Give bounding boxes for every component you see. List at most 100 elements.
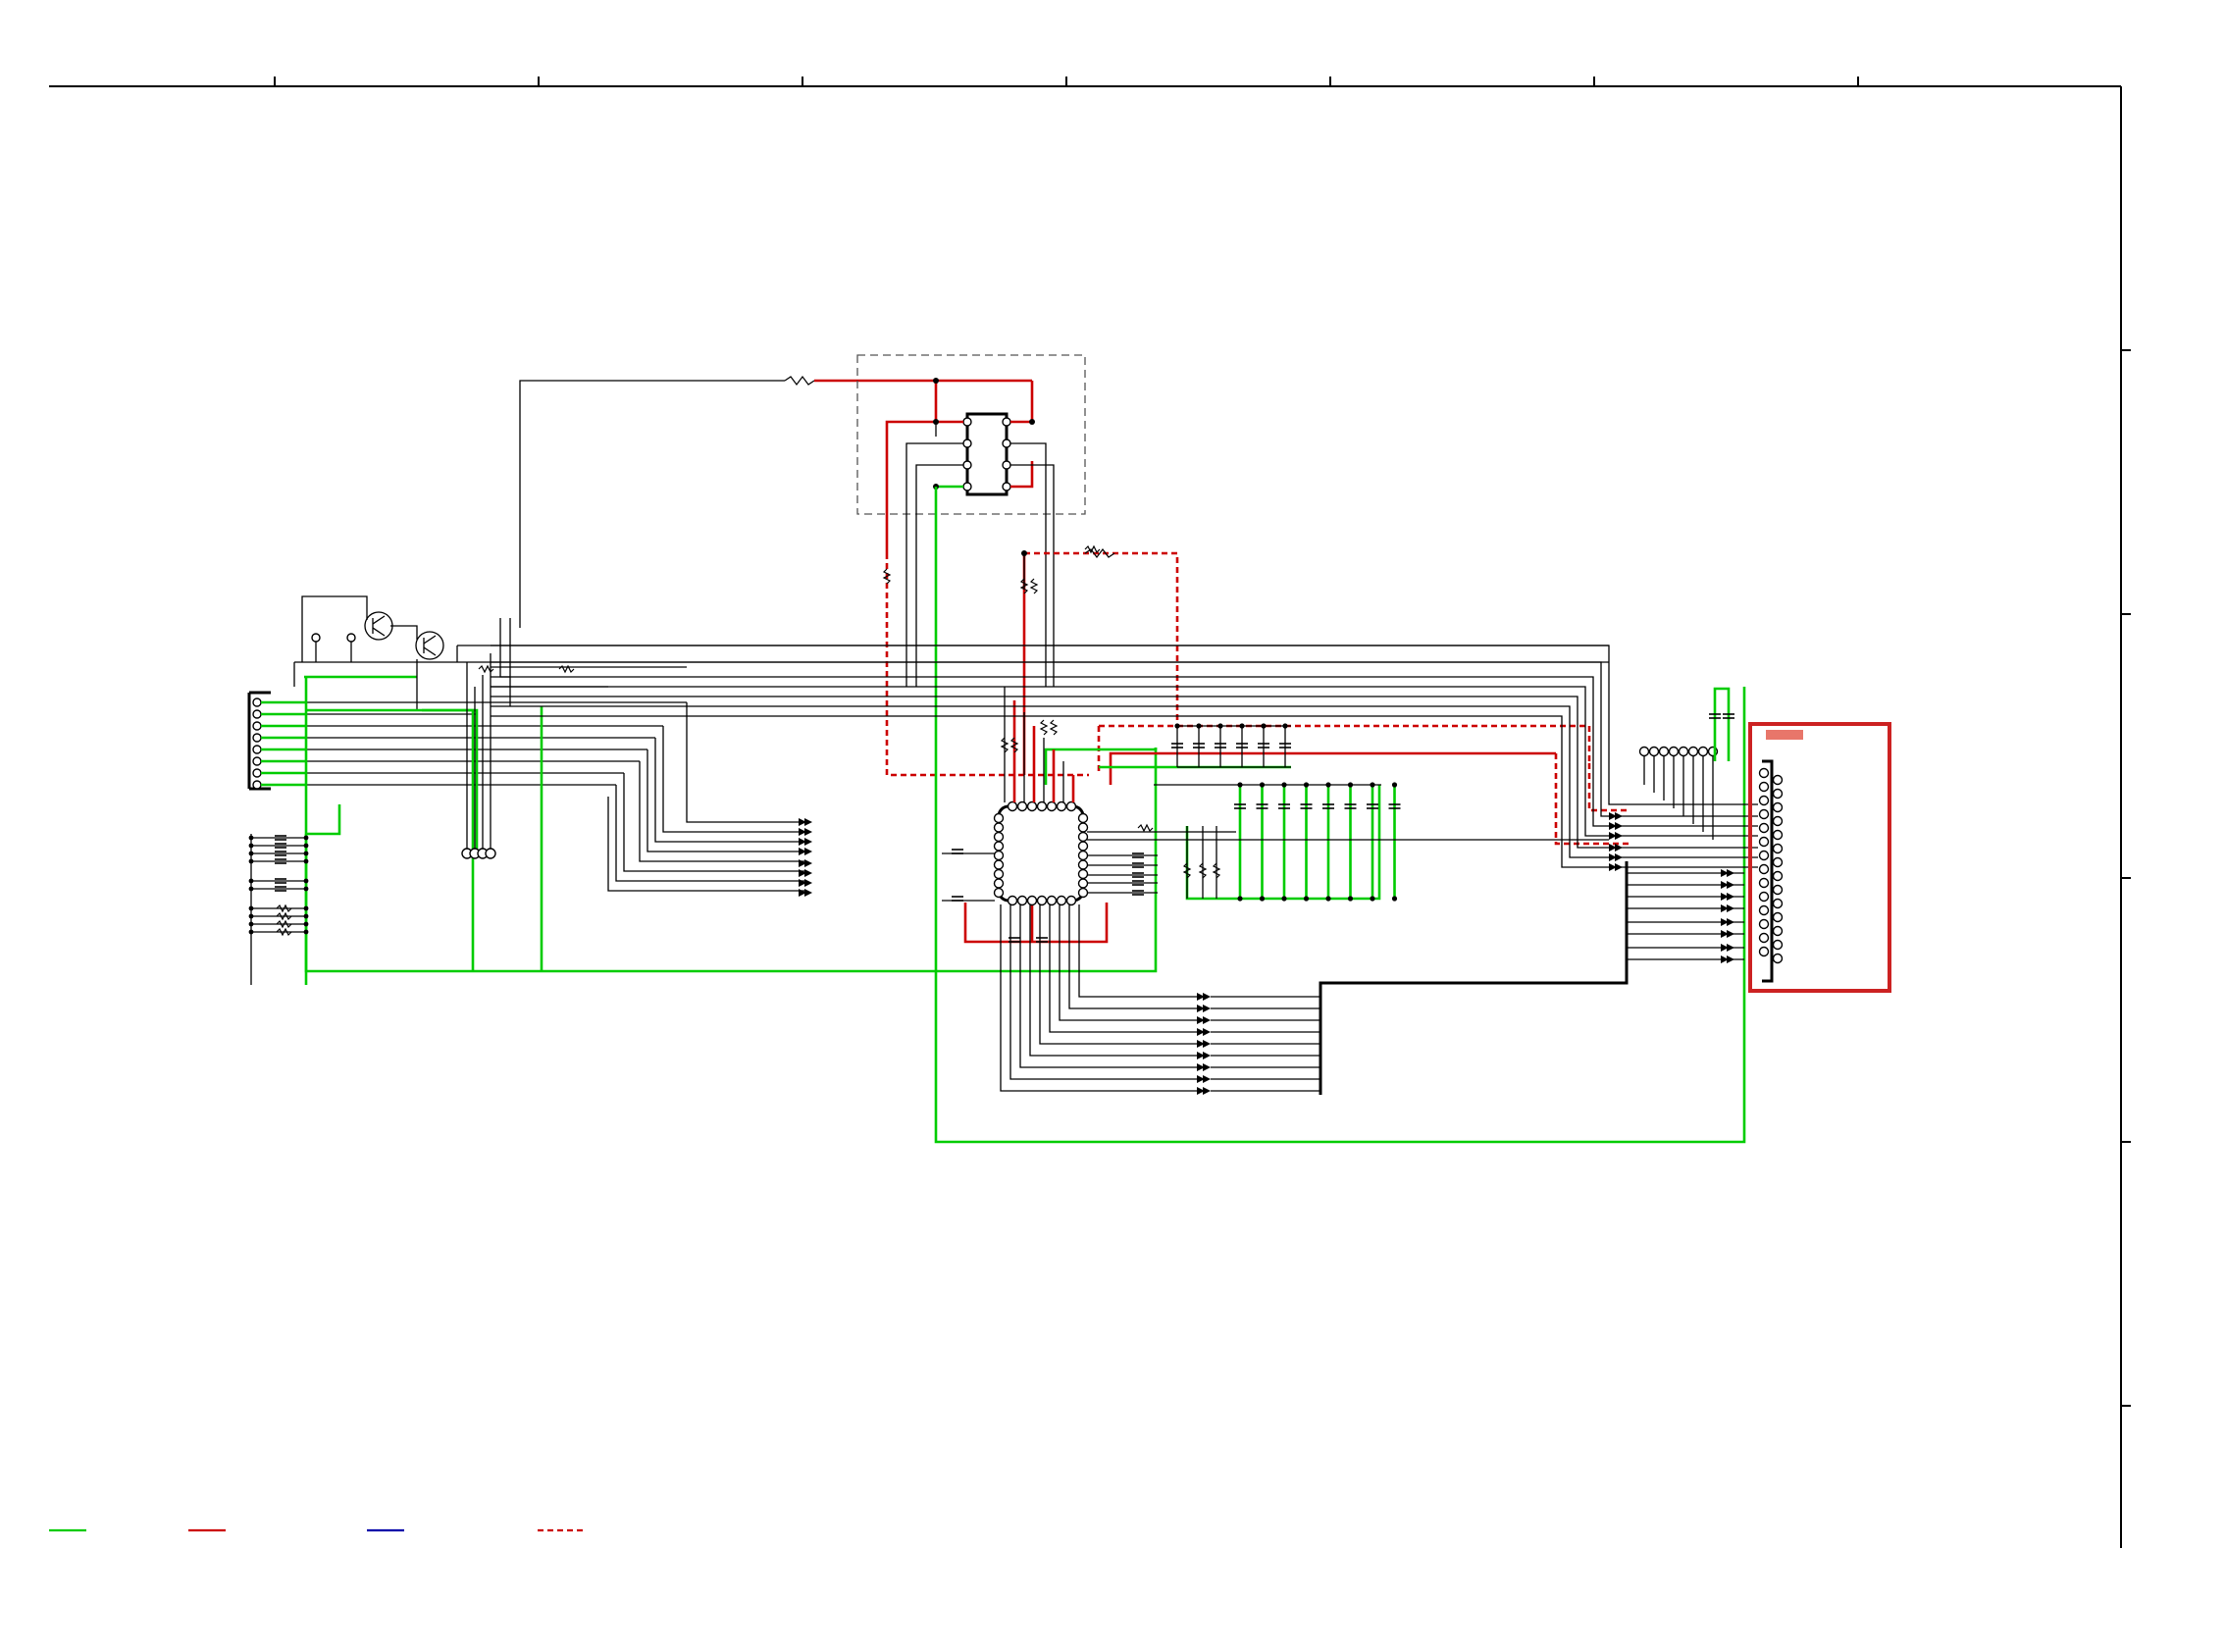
ic-pin bbox=[1026, 800, 1038, 812]
junction bbox=[1347, 782, 1354, 788]
signal-arrow bbox=[1203, 1052, 1211, 1059]
schematic-diagram bbox=[49, 77, 2131, 1548]
signal-arrow bbox=[804, 848, 812, 855]
bus-wire bbox=[662, 726, 804, 833]
bus-wire bbox=[1068, 904, 1197, 1009]
connector-pin bbox=[252, 745, 262, 754]
junction bbox=[303, 878, 309, 884]
junction bbox=[1347, 896, 1354, 902]
junction bbox=[248, 913, 254, 919]
connector-pin bbox=[1772, 801, 1784, 813]
test-pin bbox=[1678, 746, 1689, 757]
signal-arrow bbox=[1203, 1075, 1211, 1083]
junction bbox=[303, 851, 309, 856]
connector-pin bbox=[252, 697, 262, 707]
junction bbox=[303, 929, 309, 935]
connector-pin bbox=[1772, 939, 1784, 951]
right-signal-bus bbox=[478, 645, 1758, 871]
connector-pin bbox=[1772, 870, 1784, 882]
signal-arrow bbox=[1727, 955, 1734, 963]
resistor bbox=[1039, 719, 1049, 736]
connector-pin bbox=[1758, 932, 1770, 944]
signal-arrow bbox=[804, 828, 812, 836]
signal-arrow bbox=[1203, 1087, 1211, 1095]
bus-wire bbox=[607, 797, 804, 892]
bus-wire bbox=[1059, 904, 1197, 1021]
resistor bbox=[1049, 719, 1059, 736]
connector-pin bbox=[1772, 829, 1784, 841]
junction bbox=[1237, 782, 1243, 788]
connector-pin bbox=[252, 768, 262, 778]
ic-pin bbox=[1077, 868, 1089, 880]
connector-pin bbox=[252, 780, 262, 790]
bus-wire bbox=[491, 661, 1758, 817]
signal-arrow bbox=[1615, 812, 1623, 820]
transistor-area-wiring bbox=[293, 595, 1609, 710]
connector-pin bbox=[1772, 898, 1784, 909]
junction bbox=[1325, 896, 1331, 902]
connector-pin bbox=[1772, 856, 1784, 868]
right-ruler-ticks bbox=[2121, 349, 2131, 1407]
test-pin bbox=[1687, 746, 1699, 757]
left-filter-ladder bbox=[248, 834, 309, 985]
connector-pin bbox=[1772, 953, 1784, 964]
signal-arrow bbox=[1203, 993, 1211, 1001]
bus-wire bbox=[615, 785, 804, 882]
bus-wire bbox=[491, 696, 1758, 849]
ic-main-controller bbox=[993, 800, 1089, 906]
signal-arrow bbox=[1727, 930, 1734, 938]
junction bbox=[248, 929, 254, 935]
sheet-frame bbox=[49, 77, 2131, 1548]
bus-wire bbox=[1049, 904, 1197, 1033]
junction bbox=[248, 858, 254, 864]
bus-wire bbox=[1029, 904, 1197, 1057]
junction bbox=[1259, 896, 1266, 902]
test-pin bbox=[1668, 746, 1680, 757]
junction bbox=[248, 886, 254, 892]
ic-pin bbox=[1016, 800, 1028, 812]
left-ground-traces bbox=[304, 677, 1158, 973]
bus-wire bbox=[654, 738, 804, 843]
connector-pin bbox=[1772, 911, 1784, 923]
signal-arrow bbox=[1615, 863, 1623, 871]
signal-arrow bbox=[1203, 1016, 1211, 1024]
junction bbox=[1237, 896, 1243, 902]
left-signal-bus bbox=[261, 700, 804, 892]
bus-wire bbox=[1019, 904, 1197, 1068]
connector-pin bbox=[1758, 877, 1770, 889]
connector-pin bbox=[1758, 891, 1770, 903]
connector-pin bbox=[1758, 808, 1770, 820]
junction bbox=[248, 851, 254, 856]
signal-arrow bbox=[1203, 1028, 1211, 1036]
connector-pin bbox=[1772, 843, 1784, 854]
top-feed-wiring bbox=[491, 376, 1032, 706]
signal-arrow bbox=[1615, 853, 1623, 861]
junction bbox=[1281, 782, 1287, 788]
bus-wire bbox=[1009, 904, 1197, 1080]
ic-pin bbox=[993, 887, 1005, 899]
signal-arrow bbox=[1727, 944, 1734, 952]
connector-pin bbox=[1772, 884, 1784, 896]
transistor-q2 bbox=[415, 631, 444, 660]
ic-pin bbox=[1036, 800, 1048, 812]
connector-pin bbox=[1758, 822, 1770, 834]
connector-pin bbox=[1758, 836, 1770, 848]
connector-pin bbox=[1758, 918, 1770, 930]
data-bus-thick bbox=[1319, 861, 1744, 1095]
connector-pin bbox=[252, 709, 262, 719]
connector-pin bbox=[1772, 774, 1784, 786]
junction bbox=[1303, 782, 1310, 788]
ic-pin bbox=[1077, 841, 1089, 852]
connector-pin bbox=[252, 756, 262, 766]
signal-arrow bbox=[1615, 822, 1623, 830]
connector-pin bbox=[1772, 815, 1784, 827]
junction bbox=[1239, 723, 1245, 729]
transistor-q1 bbox=[364, 611, 393, 641]
junction bbox=[303, 913, 309, 919]
signal-arrow bbox=[1727, 893, 1734, 901]
signal-arrow bbox=[1203, 1040, 1211, 1048]
test-pin bbox=[1658, 746, 1670, 757]
junction bbox=[1261, 723, 1267, 729]
signal-arrow bbox=[804, 879, 812, 887]
signal-arrow bbox=[804, 889, 812, 897]
